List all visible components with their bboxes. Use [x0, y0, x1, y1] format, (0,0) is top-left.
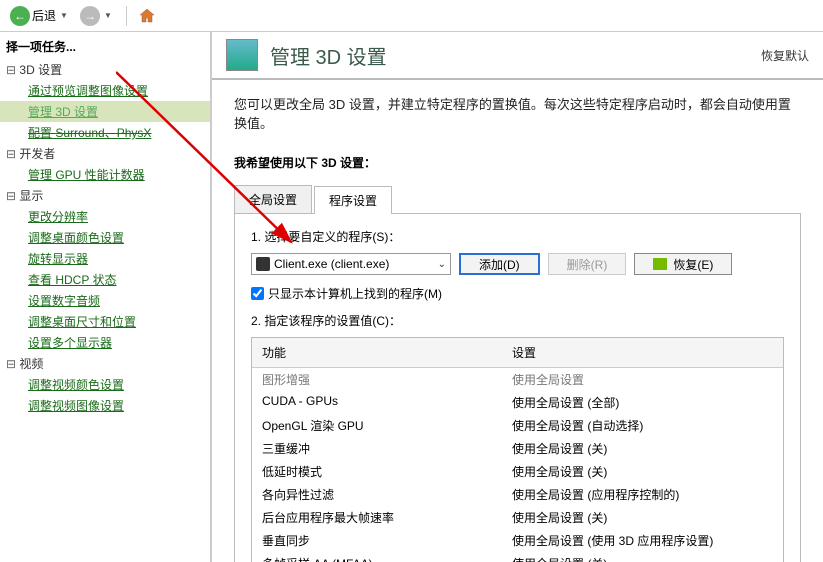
tree-category[interactable]: 开发者	[0, 143, 210, 164]
cell-setting: 使用全局设置 (关)	[502, 552, 783, 562]
table-header: 功能 设置	[252, 338, 783, 368]
table-row[interactable]: 各向异性过滤使用全局设置 (应用程序控制的)	[252, 483, 783, 506]
restore-defaults-link[interactable]: 恢复默认	[761, 47, 809, 64]
tree-item[interactable]: 调整桌面颜色设置	[0, 227, 210, 248]
program-icon	[256, 257, 270, 271]
tree-item[interactable]: 管理 3D 设置	[0, 101, 210, 122]
tree-item[interactable]: 管理 GPU 性能计数器	[0, 164, 210, 185]
forward-arrow-icon: →	[80, 6, 100, 26]
tree-item[interactable]: 调整桌面尺寸和位置	[0, 311, 210, 332]
cell-feature: 多帧采样 AA (MFAA)	[252, 552, 502, 562]
table-group-setting: 使用全局设置	[502, 368, 783, 391]
toolbar: ← 后退 ▼ → ▼	[0, 0, 823, 32]
restore-button-label: 恢复(E)	[673, 256, 713, 273]
tree-item[interactable]: 设置数字音频	[0, 290, 210, 311]
table-group: 图形增强	[252, 368, 502, 391]
back-label: 后退	[32, 7, 56, 24]
cell-feature: 垂直同步	[252, 529, 502, 552]
nvidia-chip-icon	[653, 258, 667, 270]
cell-feature: 各向异性过滤	[252, 483, 502, 506]
home-icon[interactable]	[137, 6, 157, 26]
tree-category[interactable]: 视频	[0, 353, 210, 374]
content-pane: 管理 3D 设置 恢复默认 您可以更改全局 3D 设置，并建立特定程序的置换值。…	[212, 32, 823, 562]
tab[interactable]: 程序设置	[314, 186, 392, 214]
tabs: 全局设置程序设置	[234, 185, 801, 214]
header-3d-icon	[226, 39, 258, 71]
step2-label: 2. 指定该程序的设置值(C)：	[251, 312, 784, 329]
tree-item[interactable]: 配置 Surround、PhysX	[0, 122, 210, 143]
table-row[interactable]: 三重缓冲使用全局设置 (关)	[252, 437, 783, 460]
tree-item[interactable]: 更改分辨率	[0, 206, 210, 227]
settings-heading: 我希望使用以下 3D 设置：	[234, 154, 801, 171]
table-row[interactable]: 后台应用程序最大帧速率使用全局设置 (关)	[252, 506, 783, 529]
col-feature-header: 功能	[252, 338, 502, 367]
tree-item[interactable]: 调整视频图像设置	[0, 395, 210, 416]
cell-setting: 使用全局设置 (自动选择)	[502, 414, 783, 437]
page-title: 管理 3D 设置	[270, 41, 387, 70]
tree-category[interactable]: 显示	[0, 185, 210, 206]
tab-program-settings: 1. 选择要自定义的程序(S)： Client.exe (client.exe)…	[234, 214, 801, 562]
table-body: 图形增强使用全局设置CUDA - GPUs使用全局设置 (全部)OpenGL 渲…	[252, 368, 783, 562]
content-header: 管理 3D 设置 恢复默认	[212, 32, 823, 80]
program-selected-text: Client.exe (client.exe)	[274, 257, 389, 271]
chevron-down-icon: ⌄	[438, 259, 446, 270]
table-row[interactable]: 低延时模式使用全局设置 (关)	[252, 460, 783, 483]
tree-category[interactable]: 3D 设置	[0, 59, 210, 80]
tree-item[interactable]: 调整视频颜色设置	[0, 374, 210, 395]
cell-setting: 使用全局设置 (关)	[502, 460, 783, 483]
only-installed-checkbox[interactable]	[251, 287, 264, 300]
settings-table: 功能 设置 图形增强使用全局设置CUDA - GPUs使用全局设置 (全部)Op…	[251, 337, 784, 562]
step1-label: 1. 选择要自定义的程序(S)：	[251, 228, 784, 245]
cell-setting: 使用全局设置 (关)	[502, 506, 783, 529]
back-dropdown-icon[interactable]: ▼	[60, 11, 68, 20]
tree-item[interactable]: 设置多个显示器	[0, 332, 210, 353]
cell-feature: 低延时模式	[252, 460, 502, 483]
program-select[interactable]: Client.exe (client.exe) ⌄	[251, 253, 451, 275]
add-button[interactable]: 添加(D)	[459, 253, 540, 275]
cell-setting: 使用全局设置 (关)	[502, 437, 783, 460]
page-description: 您可以更改全局 3D 设置，并建立特定程序的置换值。每次这些特定程序启动时，都会…	[212, 80, 823, 146]
sidebar: 择一项任务... 3D 设置通过预览调整图像设置管理 3D 设置配置 Surro…	[0, 32, 212, 562]
cell-feature: OpenGL 渲染 GPU	[252, 414, 502, 437]
sidebar-tree: 3D 设置通过预览调整图像设置管理 3D 设置配置 Surround、PhysX…	[0, 57, 210, 418]
forward-button[interactable]: → ▼	[76, 4, 116, 28]
tree-item[interactable]: 旋转显示器	[0, 248, 210, 269]
col-setting-header: 设置	[502, 338, 783, 367]
tree-item[interactable]: 查看 HDCP 状态	[0, 269, 210, 290]
cell-setting: 使用全局设置 (全部)	[502, 391, 783, 414]
tab[interactable]: 全局设置	[234, 185, 312, 213]
cell-feature: 后台应用程序最大帧速率	[252, 506, 502, 529]
back-button[interactable]: ← 后退 ▼	[6, 4, 72, 28]
forward-dropdown-icon[interactable]: ▼	[104, 11, 112, 20]
only-installed-label: 只显示本计算机上找到的程序(M)	[268, 285, 442, 302]
table-row[interactable]: 多帧采样 AA (MFAA)使用全局设置 (关)	[252, 552, 783, 562]
tree-item[interactable]: 通过预览调整图像设置	[0, 80, 210, 101]
table-row[interactable]: 垂直同步使用全局设置 (使用 3D 应用程序设置)	[252, 529, 783, 552]
table-row[interactable]: CUDA - GPUs使用全局设置 (全部)	[252, 391, 783, 414]
remove-button: 删除(R)	[548, 253, 627, 275]
sidebar-title: 择一项任务...	[0, 36, 210, 57]
cell-setting: 使用全局设置 (使用 3D 应用程序设置)	[502, 529, 783, 552]
cell-feature: 三重缓冲	[252, 437, 502, 460]
cell-feature: CUDA - GPUs	[252, 391, 502, 414]
toolbar-separator	[126, 6, 127, 26]
back-arrow-icon: ←	[10, 6, 30, 26]
restore-button[interactable]: 恢复(E)	[634, 253, 732, 275]
cell-setting: 使用全局设置 (应用程序控制的)	[502, 483, 783, 506]
table-row[interactable]: OpenGL 渲染 GPU使用全局设置 (自动选择)	[252, 414, 783, 437]
